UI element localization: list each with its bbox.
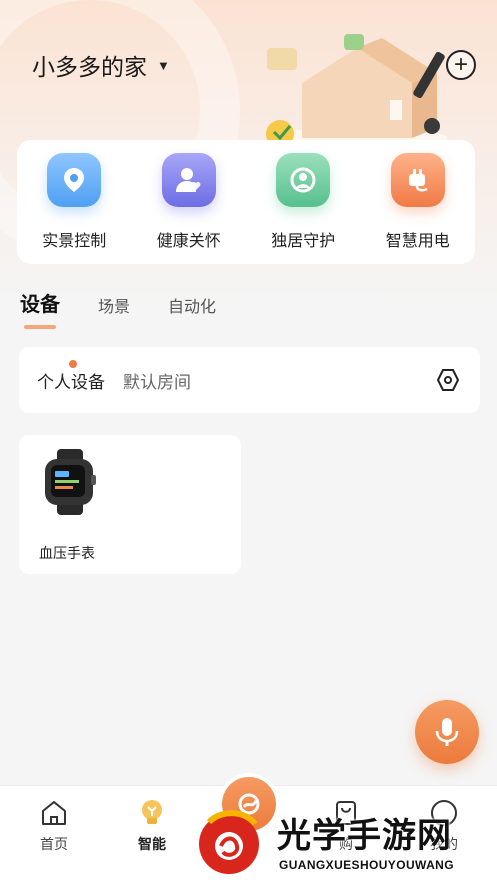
smartwatch-icon xyxy=(45,449,96,515)
home-selector[interactable]: 小多多的家 ▼ xyxy=(32,48,170,82)
watermark: 光学手游网 GUANGXUESHOUYOUWANG xyxy=(195,800,495,880)
tab-devices[interactable]: 设备 xyxy=(20,288,60,329)
add-icon[interactable]: + xyxy=(446,50,476,80)
nav-smart[interactable]: 智能 xyxy=(122,798,182,854)
room-label: 个人设备 xyxy=(37,372,105,392)
quick-action-label: 实景控制 xyxy=(42,233,107,250)
notification-dot xyxy=(69,359,77,368)
device-name: 血压手表 xyxy=(39,545,95,561)
quick-actions-card: 实景控制 健康关怀 独居守护 智慧用电 xyxy=(17,140,475,264)
nav-label: 智能 xyxy=(138,836,166,852)
caret-down-icon: ▼ xyxy=(157,57,170,73)
room-personal-devices[interactable]: 个人设备 xyxy=(37,359,105,393)
location-pin-icon xyxy=(47,153,102,207)
watermark-logo-icon xyxy=(199,810,259,874)
device-card[interactable]: 血压手表 xyxy=(19,435,241,574)
home-icon xyxy=(42,801,66,825)
room-filter-bar: 个人设备 默认房间 xyxy=(19,347,480,413)
lightbulb-icon xyxy=(142,800,162,824)
house-illustration xyxy=(266,34,447,148)
watermark-subtitle: GUANGXUESHOUYOUWANG xyxy=(279,858,454,872)
quick-action-label: 健康关怀 xyxy=(156,233,221,250)
quick-action-smart-power[interactable]: 智慧用电 xyxy=(363,153,473,251)
quick-action-label: 独居守护 xyxy=(271,233,336,250)
tab-automation[interactable]: 自动化 xyxy=(168,293,216,317)
tab-scenes[interactable]: 场景 xyxy=(98,293,130,317)
home-name: 小多多的家 xyxy=(32,54,147,80)
shield-person-icon xyxy=(276,153,331,207)
watermark-title: 光学手游网 xyxy=(277,816,452,856)
hexagon-settings-icon[interactable] xyxy=(436,368,460,392)
quick-action-label: 智慧用电 xyxy=(385,233,450,250)
nav-home[interactable]: 首页 xyxy=(24,798,84,854)
quick-action-scene-control[interactable]: 实景控制 xyxy=(19,153,129,251)
quick-action-living-alone[interactable]: 独居守护 xyxy=(248,153,358,251)
quick-action-health-care[interactable]: 健康关怀 xyxy=(134,153,244,251)
room-default[interactable]: 默认房间 xyxy=(123,368,191,393)
microphone-icon[interactable] xyxy=(415,700,479,764)
person-heart-icon xyxy=(161,153,216,207)
nav-label: 首页 xyxy=(40,836,68,852)
content-tabs: 设备 场景 自动化 xyxy=(20,288,254,329)
power-plug-icon xyxy=(390,153,445,207)
